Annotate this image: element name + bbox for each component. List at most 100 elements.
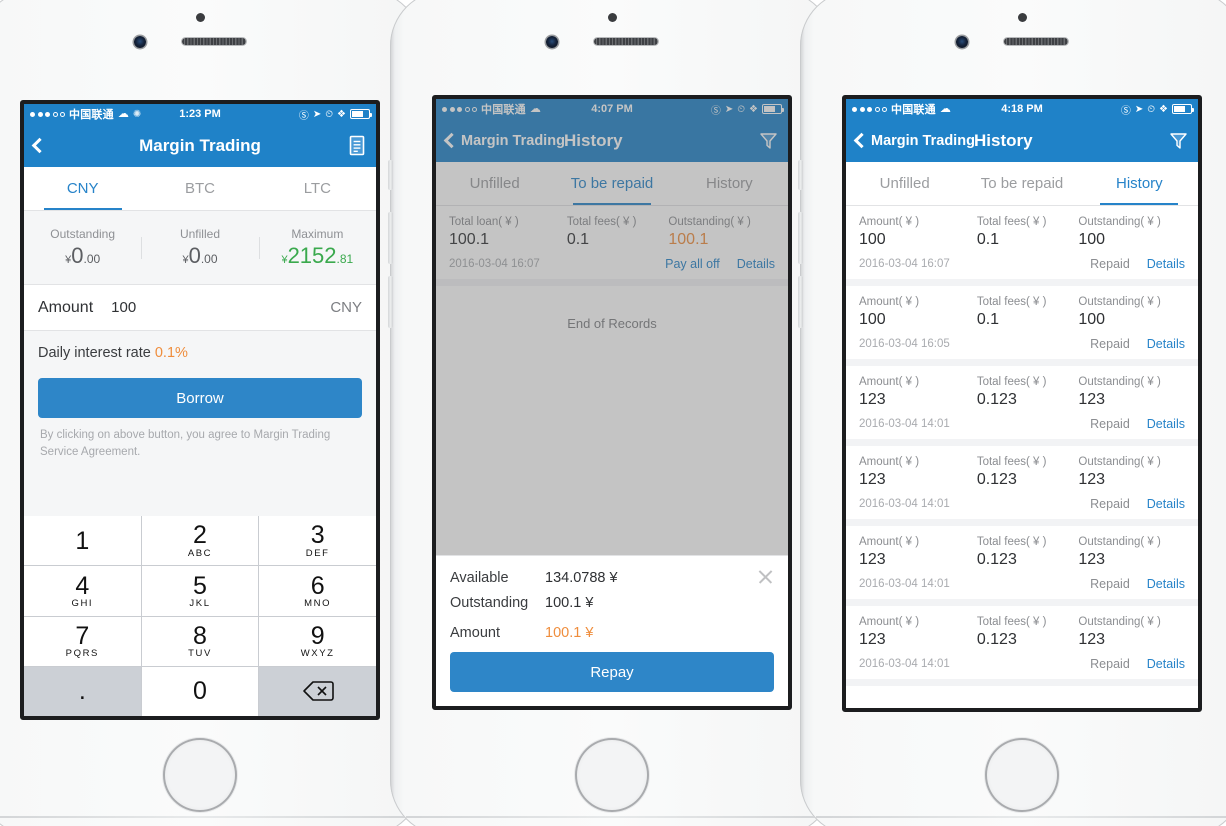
tab-unfilled[interactable]: Unfilled: [436, 162, 553, 205]
record-timestamp: 2016-03-04 14:01: [859, 658, 950, 670]
back-button[interactable]: Margin Trading: [853, 133, 975, 149]
stat-label: Outstanding: [50, 226, 116, 241]
status-badge: Repaid: [1090, 417, 1130, 431]
details-link[interactable]: Details: [1147, 497, 1185, 511]
key-6[interactable]: 6 MNO: [259, 566, 376, 616]
tab-unfilled[interactable]: Unfilled: [846, 162, 963, 205]
key-letters: MNO: [304, 597, 332, 609]
key-digit: 8: [193, 621, 207, 650]
details-link[interactable]: Details: [1147, 417, 1185, 431]
amount-input-row[interactable]: Amount 100 CNY: [24, 285, 376, 331]
sheet-label: Available: [450, 570, 509, 586]
key-4[interactable]: 4 GHI: [24, 566, 141, 616]
table-row[interactable]: Amount( ¥ ) 123 Total fees( ¥ ) 0.123 Ou…: [846, 606, 1198, 686]
carrier-label: 中国联通: [891, 104, 936, 116]
details-link[interactable]: Details: [1147, 337, 1185, 351]
column-header: Amount( ¥ ): [859, 616, 920, 628]
key-9[interactable]: 9 WXYZ: [259, 616, 376, 666]
volume-up-button[interactable]: [388, 212, 393, 264]
sheet-value: 100.1 ¥: [545, 595, 594, 611]
silent-switch[interactable]: [798, 160, 803, 190]
cell-value: 0.1: [976, 311, 1000, 328]
silent-switch[interactable]: [388, 160, 393, 190]
tab-ltc[interactable]: LTC: [259, 167, 376, 210]
filter-icon[interactable]: [1169, 131, 1188, 150]
filter-icon[interactable]: [759, 131, 778, 150]
key-decimal[interactable]: .: [24, 666, 141, 716]
tab-history[interactable]: History: [671, 162, 788, 205]
sheet-value[interactable]: 100.1 ¥: [545, 625, 593, 641]
key-5[interactable]: 5 JKL: [141, 566, 259, 616]
screenshot-canvas: 中国联通 ☁ ✺ 1:23 PM Ⓢ ➤ ⏲ ❖ Margin Trading …: [0, 0, 1226, 826]
record-tabs: Unfilled To be repaid History: [436, 162, 788, 206]
details-link[interactable]: Details: [1147, 577, 1185, 591]
table-row[interactable]: Total loan( ¥ ) 100.1 Total fees( ¥ ) 0.…: [436, 206, 788, 286]
details-link[interactable]: Details: [737, 257, 775, 271]
cell-value: 0.123: [976, 551, 1017, 568]
volume-down-button[interactable]: [388, 276, 393, 328]
volume-down-button[interactable]: [798, 276, 803, 328]
record-list[interactable]: Amount( ¥ ) 100 Total fees( ¥ ) 0.1 Outs…: [846, 206, 1198, 708]
key-1[interactable]: 1: [24, 516, 141, 566]
table-row[interactable]: Amount( ¥ ) 100 Total fees( ¥ ) 0.1 Outs…: [846, 286, 1198, 366]
numeric-keypad: 1 2 ABC 3 DEF 4 GHI 5 JKL 6 MNO 7 PQRS 8 TUV 9W…: [24, 516, 376, 716]
key-7[interactable]: 7 PQRS: [24, 616, 141, 666]
column-header: Total fees( ¥ ): [976, 456, 1047, 468]
details-link[interactable]: Details: [1147, 657, 1185, 671]
signal-strength-icon: [852, 106, 887, 112]
battery-icon: [1172, 104, 1194, 114]
phone-device-2: 中国联通 ☁ 4:07 PM Ⓢ ➤ ⏲ ❖ Margin Trading Hi…: [388, 0, 836, 826]
earpiece-speaker-icon: [1004, 38, 1068, 45]
record-cell-outstanding: Outstanding( ¥ ) 100.1: [668, 216, 775, 249]
borrow-button[interactable]: Borrow: [38, 378, 362, 418]
tab-cny[interactable]: CNY: [24, 167, 141, 210]
close-icon[interactable]: [757, 568, 774, 585]
key-2[interactable]: 2 ABC: [141, 516, 259, 566]
column-header: Outstanding( ¥ ): [1078, 296, 1161, 308]
key-letters: TUV: [188, 648, 212, 660]
table-row[interactable]: Amount( ¥ ) 100 Total fees( ¥ ) 0.1 Outs…: [846, 206, 1198, 286]
pay-all-off-link[interactable]: Pay all off: [665, 257, 720, 271]
table-row[interactable]: Amount( ¥ ) 123 Total fees( ¥ ) 0.123 Ou…: [846, 446, 1198, 526]
column-header: Amount( ¥ ): [859, 296, 920, 308]
key-0[interactable]: 0: [141, 666, 259, 716]
tab-to-be-repaid[interactable]: To be repaid: [963, 162, 1080, 205]
cell-value: 123: [859, 551, 886, 568]
volume-up-button[interactable]: [798, 212, 803, 264]
stat-label: Maximum: [291, 226, 344, 241]
key-backspace[interactable]: [259, 666, 376, 716]
key-digit: 5: [193, 571, 207, 600]
tab-to-be-repaid[interactable]: To be repaid: [553, 162, 670, 205]
record-tabs: Unfilled To be repaid History: [846, 162, 1198, 206]
home-button[interactable]: [163, 738, 237, 812]
repay-button[interactable]: Repay: [450, 652, 774, 692]
home-button[interactable]: [985, 738, 1059, 812]
key-3[interactable]: 3 DEF: [259, 516, 376, 566]
stat-outstanding: Outstanding ¥0.00: [24, 227, 141, 269]
amount-input[interactable]: 100: [111, 299, 136, 316]
cell-value: 100: [859, 231, 886, 248]
column-header: Outstanding( ¥ ): [1078, 616, 1161, 628]
key-8[interactable]: 8 TUV: [141, 616, 259, 666]
key-digit: 7: [75, 621, 90, 650]
details-link[interactable]: Details: [1147, 257, 1185, 271]
tab-history[interactable]: History: [1081, 162, 1198, 205]
column-header: Total fees( ¥ ): [976, 296, 1047, 308]
alarm-icon: ⏲: [1147, 103, 1156, 115]
tab-btc[interactable]: BTC: [141, 167, 258, 210]
key-digit: 2: [193, 521, 207, 550]
home-button[interactable]: [575, 738, 649, 812]
front-camera-icon: [546, 36, 558, 48]
table-row[interactable]: Amount( ¥ ) 123 Total fees( ¥ ) 0.123 Ou…: [846, 526, 1198, 606]
document-icon[interactable]: [348, 135, 366, 156]
key-letters: PQRS: [65, 648, 99, 660]
table-row[interactable]: Amount( ¥ ) 123 Total fees( ¥ ) 0.123 Ou…: [846, 366, 1198, 446]
stat-integer: 0: [71, 242, 84, 268]
chevron-left-icon: [443, 132, 460, 149]
antenna-line: [0, 816, 406, 818]
back-button[interactable]: [31, 137, 48, 154]
end-of-records-label: End of Records: [567, 316, 657, 331]
column-header: Amount( ¥ ): [859, 376, 920, 388]
back-button[interactable]: Margin Trading: [443, 132, 565, 149]
record-cell-total-fees: Total fees( ¥ ) 0.1: [977, 216, 1079, 249]
